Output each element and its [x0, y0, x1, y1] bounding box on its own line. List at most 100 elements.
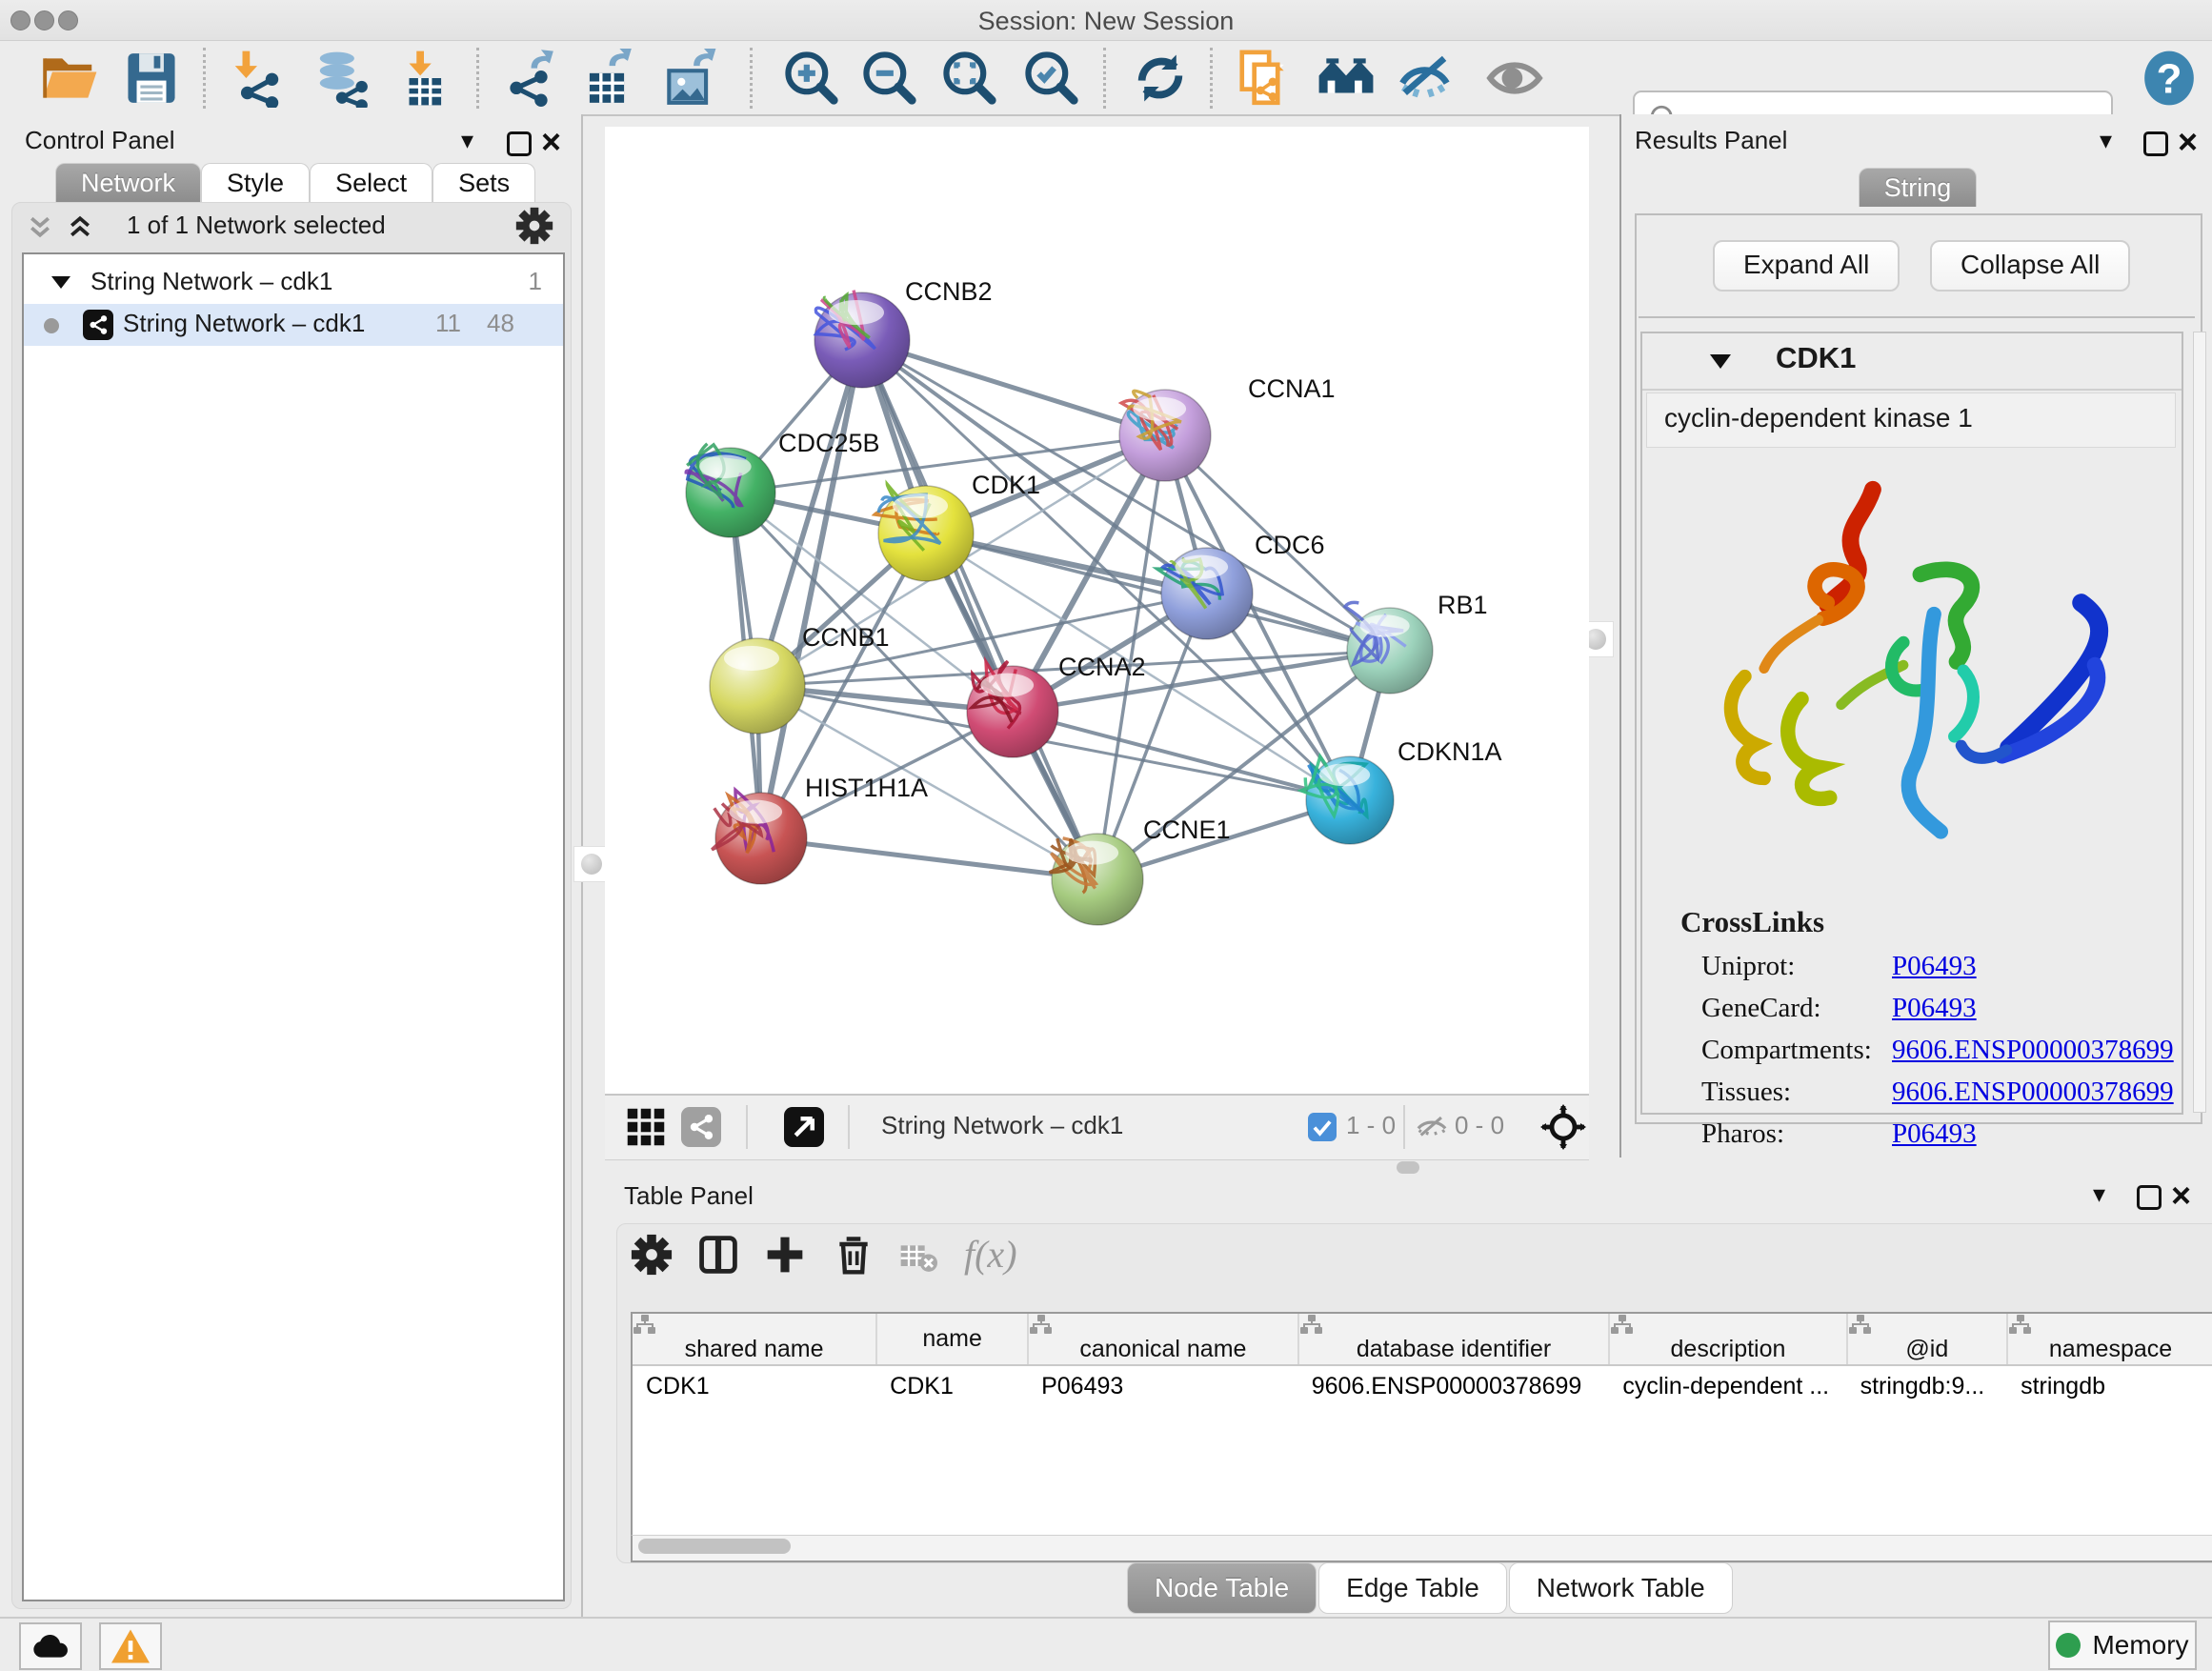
network-collection-row[interactable]: String Network – cdk1 1: [24, 262, 563, 304]
tab-network[interactable]: Network: [55, 163, 201, 202]
import-network-database-icon[interactable]: [312, 49, 372, 108]
table-cell[interactable]: 9606.ENSP00000378699: [1298, 1365, 1610, 1406]
import-table-file-icon[interactable]: [394, 49, 453, 108]
crosslink-value-link[interactable]: 9606.ENSP00000378699: [1892, 1035, 2174, 1066]
network-node-CDKN1A[interactable]: CDKN1A: [1301, 737, 1502, 844]
column-header-shared-name[interactable]: shared name: [633, 1314, 876, 1365]
panel-menu-icon[interactable]: ▾: [2100, 128, 2112, 152]
crosslink-value-link[interactable]: P06493: [1892, 993, 1977, 1024]
float-panel-icon[interactable]: [2137, 1185, 2162, 1210]
show-all-panels-icon[interactable]: [1317, 49, 1376, 108]
network-edge[interactable]: [761, 838, 1097, 879]
zoom-fit-icon[interactable]: [940, 49, 999, 108]
zoom-in-icon[interactable]: [782, 49, 841, 108]
export-image-icon[interactable]: [659, 49, 718, 108]
panel-menu-icon[interactable]: ▾: [2093, 1181, 2105, 1206]
horizontal-splitter-handle[interactable]: [1397, 1161, 1419, 1174]
collapse-all-button[interactable]: Collapse All: [1930, 240, 2130, 292]
delete-column-trash-icon[interactable]: [833, 1234, 875, 1276]
table-row[interactable]: CDK1CDK1P064939606.ENSP00000378699cyclin…: [633, 1365, 2212, 1406]
zoom-out-icon[interactable]: [860, 49, 919, 108]
help-icon[interactable]: ?: [2140, 49, 2199, 108]
collection-count: 1: [529, 267, 542, 296]
network-node-HIST1H1A[interactable]: HIST1H1A: [712, 774, 928, 884]
table-cell[interactable]: stringdb: [2007, 1365, 2212, 1406]
birdseye-view-icon[interactable]: [784, 1107, 824, 1147]
network-canvas[interactable]: CCNB2CCNA1CDC25BCDK1CDC6RB1CCNB1CCNA2CDK…: [605, 127, 1589, 1094]
node-table[interactable]: shared namenamecanonical namedatabase id…: [631, 1312, 2212, 1539]
column-header-name[interactable]: name: [876, 1314, 1028, 1365]
control-panel: Control Panel ▾ × NetworkStyleSelectSets…: [0, 114, 583, 1617]
duplicate-network-icon[interactable]: [1235, 49, 1294, 108]
crosslink-row: Pharos:P06493: [1701, 1118, 2168, 1160]
open-session-icon[interactable]: [40, 49, 99, 108]
collapse-triangle-icon[interactable]: [50, 273, 71, 291]
tab-select[interactable]: Select: [310, 163, 432, 202]
hide-panels-icon[interactable]: [1398, 49, 1457, 108]
memory-status-button[interactable]: Memory: [2048, 1621, 2197, 1670]
column-header-canonical-name[interactable]: canonical name: [1028, 1314, 1298, 1365]
function-builder-icon[interactable]: f(x): [964, 1232, 1017, 1277]
table-settings-gear-icon[interactable]: [631, 1234, 673, 1276]
collapse-all-tree-icon[interactable]: [26, 212, 54, 241]
warning-status-button[interactable]: [99, 1622, 162, 1670]
table-cell[interactable]: CDK1: [633, 1365, 876, 1406]
hidden-eye-icon[interactable]: [1415, 1111, 1449, 1143]
float-panel-icon[interactable]: [507, 131, 532, 156]
table-horizontal-scrollbar[interactable]: [631, 1535, 2212, 1562]
column-header-database-identifier[interactable]: database identifier: [1298, 1314, 1610, 1365]
float-panel-icon[interactable]: [2143, 131, 2168, 156]
export-table-icon[interactable]: [577, 49, 636, 108]
scrollbar-thumb[interactable]: [638, 1539, 791, 1554]
close-panel-icon[interactable]: ×: [541, 128, 561, 156]
delete-table-icon[interactable]: [899, 1238, 937, 1276]
table-cell[interactable]: stringdb:9...: [1847, 1365, 2007, 1406]
tab-edge-table[interactable]: Edge Table: [1318, 1562, 1507, 1614]
network-name: String Network – cdk1: [123, 309, 365, 338]
fit-selected-crosshair-icon[interactable]: [1540, 1104, 1586, 1150]
crosslink-value-link[interactable]: 9606.ENSP00000378699: [1892, 1077, 2174, 1108]
tab-network-table[interactable]: Network Table: [1509, 1562, 1733, 1614]
save-session-icon[interactable]: [122, 49, 181, 108]
zoom-selected-icon[interactable]: [1022, 49, 1081, 108]
column-header-namespace[interactable]: namespace: [2007, 1314, 2212, 1365]
import-network-file-icon[interactable]: [228, 49, 287, 108]
export-network-icon[interactable]: [499, 49, 558, 108]
create-column-icon[interactable]: [764, 1234, 806, 1276]
network-row-selected[interactable]: String Network – cdk1 11 48: [24, 304, 563, 346]
tab-node-table[interactable]: Node Table: [1127, 1562, 1317, 1614]
table-cell[interactable]: P06493: [1028, 1365, 1298, 1406]
network-node-RB1[interactable]: RB1: [1345, 591, 1488, 694]
network-node-CCNA1[interactable]: CCNA1: [1119, 374, 1336, 481]
close-panel-icon[interactable]: ×: [2178, 128, 2198, 156]
crosslink-value-link[interactable]: P06493: [1892, 951, 1977, 982]
network-options-gear-icon[interactable]: [515, 207, 553, 245]
network-view-mode-icon[interactable]: [681, 1107, 721, 1147]
close-panel-icon[interactable]: ×: [2171, 1181, 2191, 1210]
apply-layout-icon[interactable]: [1131, 49, 1190, 108]
tab-sets[interactable]: Sets: [432, 163, 535, 202]
crosslink-label: Tissues:: [1701, 1077, 1791, 1108]
grid-view-icon[interactable]: [626, 1107, 666, 1147]
network-node-CDC25B[interactable]: CDC25B: [686, 429, 880, 537]
tab-style[interactable]: Style: [201, 163, 310, 202]
table-cell[interactable]: cyclin-dependent ...: [1609, 1365, 1846, 1406]
network-edge[interactable]: [761, 340, 862, 838]
show-column-icon[interactable]: [697, 1234, 739, 1276]
cloud-status-button[interactable]: [19, 1622, 82, 1670]
tab-string[interactable]: String: [1859, 168, 1978, 207]
network-node-CDK1[interactable]: CDK1: [875, 471, 1040, 581]
column-header-description[interactable]: description: [1609, 1314, 1846, 1365]
table-cell[interactable]: CDK1: [876, 1365, 1028, 1406]
expand-all-tree-icon[interactable]: [66, 212, 94, 241]
selected-checkbox-icon[interactable]: [1308, 1113, 1337, 1141]
collapse-triangle-icon[interactable]: [1709, 352, 1732, 370]
expand-all-button[interactable]: Expand All: [1713, 240, 1900, 292]
panel-menu-icon[interactable]: ▾: [461, 128, 473, 152]
show-hide-gray-eye-icon[interactable]: [1485, 49, 1544, 108]
network-graph[interactable]: CCNB2CCNA1CDC25BCDK1CDC6RB1CCNB1CCNA2CDK…: [605, 127, 1589, 1094]
protein-card-header[interactable]: CDK1: [1642, 333, 2182, 391]
results-scrollbar[interactable]: [2193, 332, 2206, 1113]
crosslink-value-link[interactable]: P06493: [1892, 1118, 1977, 1150]
column-header-@id[interactable]: @id: [1847, 1314, 2007, 1365]
